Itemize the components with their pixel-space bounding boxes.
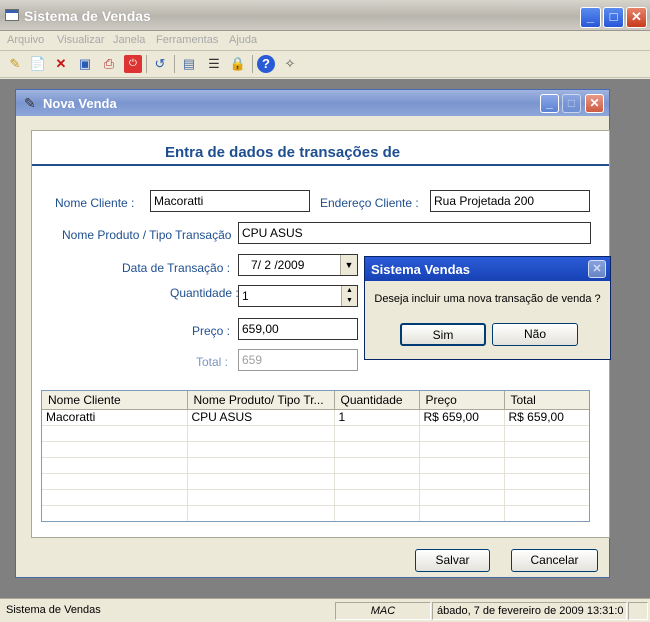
total-label: Total : (196, 355, 229, 369)
empty-row (42, 457, 589, 474)
document-icon[interactable]: ▤ (180, 55, 198, 73)
nome-produto-label: Nome Produto / Tipo Transação (62, 228, 232, 242)
cell-preco[interactable]: R$ 659,00 (419, 409, 505, 426)
empty-row (42, 473, 589, 490)
data-transacao-label: Data de Transação : (122, 261, 231, 275)
preco-label: Preço : (192, 324, 231, 338)
maximize-button[interactable]: □ (603, 7, 624, 28)
cell-total[interactable]: R$ 659,00 (504, 409, 589, 426)
menu-ajuda[interactable]: Ajuda (229, 34, 257, 46)
preco-input[interactable]: 659,00 (238, 318, 358, 340)
menu-janela[interactable]: Janela (113, 34, 145, 46)
toolbar-separator (146, 55, 147, 73)
total-input: 659 (238, 349, 358, 371)
nao-button[interactable]: Não (492, 323, 578, 346)
child-minimize-button[interactable]: _ (540, 94, 559, 113)
main-titlebar[interactable]: Sistema de Vendas _ □ ✕ (0, 0, 650, 31)
heading-divider (32, 164, 609, 166)
column-header-total[interactable]: Total (504, 391, 589, 410)
nome-produto-input[interactable]: CPU ASUS (238, 222, 591, 244)
app-title: Sistema de Vendas (24, 8, 151, 24)
close-button[interactable]: ✕ (626, 7, 647, 28)
table-row[interactable]: Macoratti CPU ASUS 1 R$ 659,00 R$ 659,00 (42, 409, 589, 426)
cell-quantidade[interactable]: 1 (334, 409, 420, 426)
child-maximize-button: □ (562, 94, 581, 113)
cancelar-button[interactable]: Cancelar (511, 549, 598, 572)
data-transacao-picker[interactable]: 7/ 2 /2009 ▼ (238, 254, 358, 276)
endereco-cliente-label: Endereço Cliente : (320, 196, 419, 210)
delete-icon[interactable]: ✕ (52, 55, 70, 73)
status-datetime: ábado, 7 de fevereiro de 2009 13:31:0 (432, 602, 627, 620)
column-header-quantidade[interactable]: Quantidade (334, 391, 420, 410)
column-header-nome-cliente[interactable]: Nome Cliente (42, 391, 188, 410)
grid-header-row: Nome Cliente Nome Produto/ Tipo Tr... Qu… (42, 391, 589, 410)
nome-cliente-input[interactable]: Macoratti (150, 190, 310, 212)
cell-nome-cliente[interactable]: Macoratti (42, 409, 188, 426)
empty-row (42, 425, 589, 442)
print-icon[interactable]: ⎙ (100, 55, 118, 73)
menu-ferramentas[interactable]: Ferramentas (156, 34, 218, 46)
lock-icon[interactable]: 🔒 (229, 55, 247, 73)
main-window: Sistema de Vendas _ □ ✕ Arquivo Visualiz… (0, 0, 650, 622)
app-window-icon (5, 9, 19, 21)
empty-row (42, 489, 589, 506)
undo-icon[interactable]: ↺ (151, 55, 169, 73)
edit-icon[interactable]: ✎ (6, 55, 24, 73)
nome-cliente-label: Nome Cliente : (55, 196, 135, 210)
status-user: MAC (335, 602, 431, 620)
toolbar-separator (174, 55, 175, 73)
dialog-title: Sistema Vendas (371, 262, 470, 277)
endereco-cliente-input[interactable]: Rua Projetada 200 (430, 190, 590, 212)
stop-icon[interactable]: ⏻ (124, 55, 142, 73)
status-extra-panel (628, 602, 648, 620)
list-icon[interactable]: ☰ (205, 55, 223, 73)
sim-button[interactable]: Sim (400, 323, 486, 346)
quantidade-label: Quantidade : (170, 286, 239, 300)
confirm-dialog: Sistema Vendas ✕ Deseja incluir uma nova… (364, 256, 611, 360)
empty-row (42, 505, 589, 521)
cell-nome-produto[interactable]: CPU ASUS (187, 409, 335, 426)
empty-row (42, 441, 589, 458)
spin-down-icon[interactable]: ▼ (342, 296, 357, 306)
data-transacao-value: 7/ 2 /2009 (251, 258, 305, 272)
chevron-down-icon[interactable]: ▼ (340, 255, 357, 275)
menu-arquivo[interactable]: Arquivo (7, 34, 44, 46)
nova-venda-title: Nova Venda (43, 96, 117, 111)
help-icon[interactable]: ? (257, 55, 275, 73)
form-heading: Entra de dados de transações de Vendas (165, 144, 401, 161)
minimize-button[interactable]: _ (580, 7, 601, 28)
column-header-nome-produto[interactable]: Nome Produto/ Tipo Tr... (187, 391, 335, 410)
salvar-button[interactable]: Salvar (415, 549, 490, 572)
dialog-titlebar[interactable]: Sistema Vendas ✕ (365, 257, 610, 281)
status-app-name: Sistema de Vendas (6, 604, 101, 616)
wizard-icon[interactable]: ✧ (281, 55, 299, 73)
dialog-message: Deseja incluir uma nova transação de ven… (374, 293, 601, 305)
quantidade-stepper[interactable]: 1 ▲ ▼ (238, 285, 358, 307)
menu-bar: Arquivo Visualizar Janela Ferramentas Aj… (0, 31, 650, 51)
spin-up-icon[interactable]: ▲ (342, 286, 357, 296)
pen-icon: ✎ (24, 95, 36, 111)
column-header-preco[interactable]: Preço (419, 391, 505, 410)
new-icon[interactable]: 📄 (29, 55, 47, 73)
save-icon[interactable]: ▣ (76, 55, 94, 73)
status-bar: Sistema de Vendas MAC ábado, 7 de fevere… (0, 598, 650, 622)
child-close-button[interactable]: ✕ (585, 94, 604, 113)
quantidade-value: 1 (242, 289, 249, 303)
nova-venda-titlebar[interactable]: ✎ Nova Venda _ □ ✕ (16, 90, 609, 116)
menu-visualizar[interactable]: Visualizar (57, 34, 105, 46)
toolbar-separator (252, 55, 253, 73)
transactions-grid[interactable]: Nome Cliente Nome Produto/ Tipo Tr... Qu… (41, 390, 590, 522)
toolbar: ✎ 📄 ✕ ▣ ⎙ ⏻ ↺ ▤ ☰ 🔒 ? ✧ (0, 51, 650, 78)
dialog-close-button[interactable]: ✕ (588, 260, 606, 278)
spin-buttons[interactable]: ▲ ▼ (341, 286, 357, 306)
